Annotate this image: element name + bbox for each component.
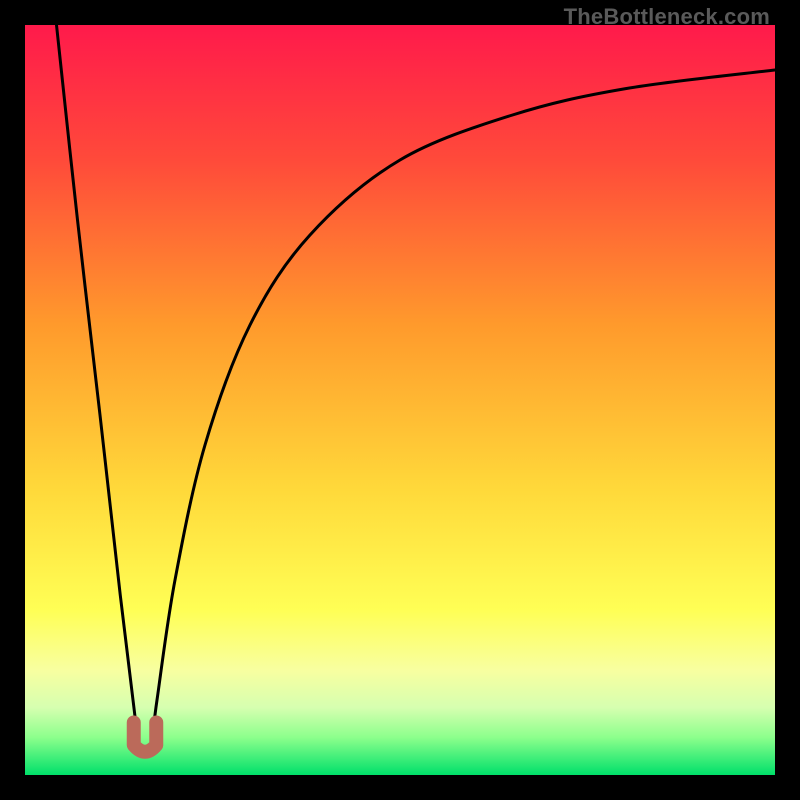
chart-frame: TheBottleneck.com — [0, 0, 800, 800]
dip-marker — [134, 723, 157, 752]
plot-area — [25, 25, 775, 775]
watermark-text: TheBottleneck.com — [564, 4, 770, 30]
bottleneck-curve — [57, 25, 776, 751]
chart-svg — [25, 25, 775, 775]
